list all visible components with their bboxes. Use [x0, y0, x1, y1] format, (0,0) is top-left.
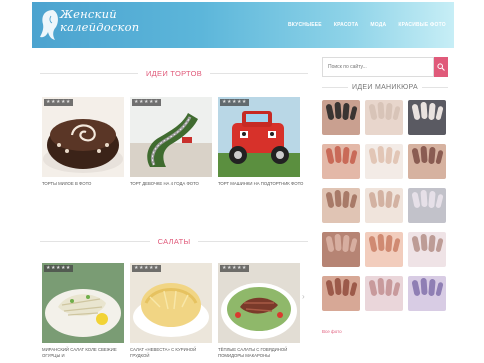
card-image[interactable]	[130, 263, 212, 343]
divider	[198, 240, 308, 242]
manicure-image	[408, 100, 446, 135]
rating-stars: ★★★★★	[44, 99, 73, 106]
divider	[40, 240, 150, 242]
manicure-image	[365, 188, 403, 223]
site-header: Женский калейдоскоп ВКУСНЫЕЕЕ КРАСОТА МО…	[32, 2, 454, 48]
search-input[interactable]	[322, 57, 434, 77]
manicure-image	[322, 276, 360, 311]
rating-stars: ★★★★★	[220, 265, 249, 272]
divider	[322, 86, 349, 88]
card-image[interactable]	[42, 97, 124, 177]
card-image[interactable]	[218, 97, 300, 177]
manicure-thumbnail[interactable]	[365, 188, 403, 223]
card-image[interactable]	[218, 263, 300, 343]
card-caption[interactable]: ТОРТ ДЕВОЧКЕ НА 4 ГОДА ФОТО	[130, 181, 216, 187]
more-photos-link[interactable]: Все фото	[322, 329, 342, 334]
rating-stars: ★★★★★	[132, 99, 161, 106]
logo-icon[interactable]	[38, 7, 60, 43]
manicure-image	[322, 232, 360, 267]
nav-item-fashion[interactable]: МОДА	[370, 22, 386, 28]
card-caption[interactable]: ТОРТ МАШИНКИ НА ПОДТОРТНИК ФОТО	[218, 181, 304, 187]
rating-stars: ★★★★★	[132, 265, 161, 272]
card-caption[interactable]: ТЁПЛЫЕ САЛАТЫ С ГОВЯДИНОЙ ПОМИДОРЫ МАКАР…	[218, 347, 304, 359]
divider	[421, 86, 448, 88]
search-form	[322, 57, 448, 77]
search-icon	[437, 63, 445, 71]
section-title-cakes: ИДЕИ ТОРТОВ	[40, 67, 309, 79]
manicure-thumbnail[interactable]	[322, 188, 360, 223]
manicure-thumbnail[interactable]	[365, 232, 403, 267]
nav-item-beauty[interactable]: КРАСОТА	[334, 22, 359, 28]
card-caption[interactable]: ТОРТЫ МИЛОЕ В ФОТО	[42, 181, 128, 187]
manicure-thumbnail[interactable]	[408, 232, 446, 267]
manicure-image	[408, 232, 446, 267]
manicure-thumbnail[interactable]	[408, 188, 446, 223]
chevron-right-icon[interactable]: ›	[302, 292, 305, 301]
logo-line-2: калейдоскоп	[60, 20, 140, 34]
manicure-thumbnail[interactable]	[365, 100, 403, 135]
manicure-thumbnail[interactable]	[408, 100, 446, 135]
manicure-image	[365, 100, 403, 135]
card-caption[interactable]: МИРАНСКИЙ САЛАТ КОЛЕ СВЕЖИЕ ОГУРЦЫ И	[42, 347, 128, 359]
manicure-thumbnail[interactable]	[322, 100, 360, 135]
divider	[210, 72, 309, 74]
manicure-image	[365, 232, 403, 267]
manicure-image	[408, 276, 446, 311]
manicure-image	[322, 144, 360, 179]
search-button[interactable]	[434, 57, 448, 77]
sidebar-title: ИДЕИ МАНИКЮРА	[322, 81, 448, 93]
manicure-image	[322, 188, 360, 223]
section-title-salads: САЛАТЫ	[40, 235, 308, 247]
nav-item-food[interactable]: ВКУСНЫЕЕЕ	[288, 22, 322, 28]
manicure-thumbnail[interactable]	[365, 144, 403, 179]
manicure-image	[322, 100, 360, 135]
card-image[interactable]	[130, 97, 212, 177]
section-heading[interactable]: САЛАТЫ	[158, 237, 191, 246]
manicure-thumbnail[interactable]	[408, 144, 446, 179]
card-caption[interactable]: САЛАТ «НЕВЕСТА» С КУРИНОЙ ГРУДКОЙ	[130, 347, 216, 359]
manicure-gallery	[322, 100, 446, 311]
divider	[40, 72, 138, 74]
main-nav: ВКУСНЫЕЕЕ КРАСОТА МОДА КРАСИВЫЕ ФОТО	[288, 22, 446, 28]
site-logo[interactable]: Женский калейдоскоп	[60, 8, 150, 34]
manicure-thumbnail[interactable]	[365, 276, 403, 311]
manicure-thumbnail[interactable]	[322, 276, 360, 311]
manicure-image	[408, 188, 446, 223]
rating-stars: ★★★★★	[220, 99, 249, 106]
manicure-thumbnail[interactable]	[408, 276, 446, 311]
manicure-thumbnail[interactable]	[322, 232, 360, 267]
sidebar-heading[interactable]: ИДЕИ МАНИКЮРА	[352, 84, 418, 91]
section-heading[interactable]: ИДЕИ ТОРТОВ	[146, 69, 202, 78]
manicure-thumbnail[interactable]	[322, 144, 360, 179]
manicure-image	[408, 144, 446, 179]
nav-item-photos[interactable]: КРАСИВЫЕ ФОТО	[398, 22, 445, 28]
rating-stars: ★★★★★	[44, 265, 73, 272]
manicure-image	[365, 144, 403, 179]
card-image[interactable]	[42, 263, 124, 343]
manicure-image	[365, 276, 403, 311]
